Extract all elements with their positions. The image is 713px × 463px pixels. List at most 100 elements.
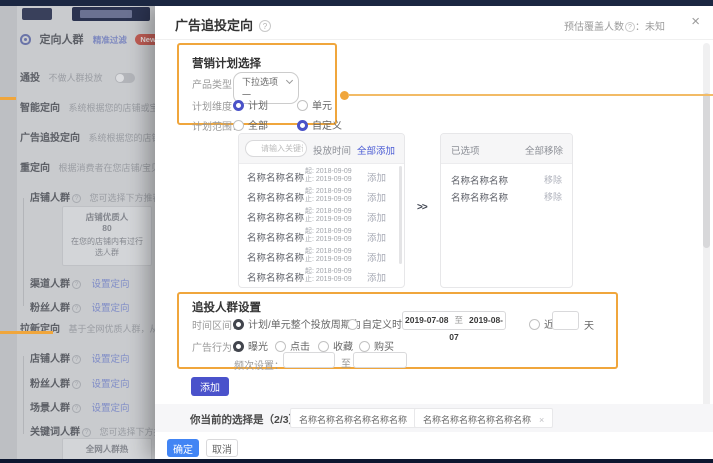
plan-name: 名称名称名称 — [247, 210, 304, 224]
add-link[interactable]: 添加 — [367, 210, 386, 224]
sidebar-title: 定向人群 — [39, 34, 83, 46]
sidebar-header: 定向人群 精准过滤 New — [20, 30, 155, 48]
frequency-label: 频次设置： — [234, 357, 284, 372]
smart-desc: 系统根据您的店铺或宝贝为您锁定 — [68, 103, 155, 113]
question-icon: ? — [72, 304, 81, 313]
source-list-header: 投放时间 全部添加 — [239, 134, 404, 164]
bottom-chrome-bar — [0, 459, 713, 463]
modal-scrollbar[interactable] — [703, 43, 710, 456]
remove-link[interactable]: 移除 — [544, 173, 562, 186]
plan-row: 名称名称名称 起: 2018-09-09止: 2019-09-09 添加 — [239, 266, 398, 286]
radio-unit[interactable]: 单元 — [297, 97, 332, 112]
modal-header: 广告追投定向? 预估覆盖人数?：未知 × — [155, 6, 713, 40]
selected-header: 已选项 — [451, 143, 480, 157]
radio-icon — [318, 341, 329, 352]
set-targeting-link[interactable]: 设置定向 — [91, 279, 129, 290]
date-range-input[interactable]: 2019-07-08至2019-08-07 — [402, 311, 506, 330]
list-scrollbar[interactable] — [399, 166, 402, 264]
radio-purchase[interactable]: 购买 — [359, 338, 394, 353]
left-rail — [0, 6, 17, 459]
radio-scope-all[interactable]: 全部 — [233, 117, 268, 132]
scrollbar-thumb[interactable] — [703, 93, 710, 248]
tag-text: 名称名称名称名称名称名称 — [423, 415, 531, 425]
add-all-link[interactable]: 全部添加 — [357, 143, 395, 157]
tree-line — [23, 198, 24, 306]
remove-all-link[interactable]: 全部移除 — [525, 143, 563, 157]
close-icon[interactable]: × — [691, 13, 700, 31]
radio-impression[interactable]: 曝光 — [233, 338, 268, 353]
plan-row: 名称名称名称 起: 2018-09-09止: 2019-09-09 添加 — [239, 166, 398, 186]
radio-near-days[interactable]: 近 — [529, 316, 554, 331]
plan-name: 名称名称名称 — [247, 230, 304, 244]
question-icon: ? — [72, 280, 81, 289]
filter-badge: 精准过滤 — [93, 35, 127, 45]
modal-title-text: 广告追投定向 — [175, 18, 253, 33]
radio-selected-icon — [233, 100, 244, 111]
radio-scope-custom[interactable]: 自定义 — [297, 117, 342, 132]
date-start: 2019-07-08 — [405, 315, 448, 325]
add-link[interactable]: 添加 — [367, 190, 386, 204]
plan-dimension-label: 计划维度 — [192, 98, 232, 113]
confirm-button[interactable]: 确定 — [167, 439, 199, 457]
radio-label: 自定义 — [312, 121, 342, 132]
help-icon[interactable]: ? — [259, 20, 271, 32]
tree-line — [23, 356, 24, 434]
set-targeting-link[interactable]: 设置定向 — [91, 403, 129, 414]
tag-close-icon[interactable]: × — [539, 415, 544, 425]
cancel-button[interactable]: 取消 — [206, 439, 238, 457]
sidebar-item-retarget: 重定向 根据消费者在您店铺/宝贝/内容等行为 — [20, 158, 155, 176]
estimate-value: 未知 — [645, 22, 665, 33]
search-input[interactable] — [245, 140, 307, 157]
plan-section-title: 营销计划选择 — [192, 55, 261, 71]
add-link[interactable]: 添加 — [367, 170, 386, 184]
plan-source-list: 投放时间 全部添加 名称名称名称 起: 2018-09-09止: 2019-09… — [238, 133, 405, 288]
sidebar-item-scene-audience: 场景人群? 设置定向 — [30, 398, 155, 416]
plan-name: 名称名称名称 — [247, 170, 304, 184]
add-link[interactable]: 添加 — [367, 250, 386, 264]
annotation-line-right — [348, 94, 713, 96]
selection-tag: 名称名称名称名称名称名称× — [290, 408, 429, 428]
card-title: 全网人群热 — [63, 443, 151, 455]
add-button[interactable]: 添加 — [191, 377, 229, 396]
radio-label: 单元 — [312, 101, 332, 112]
radio-whole-period[interactable]: 计划/单元整个投放周期内 — [233, 316, 361, 331]
sidebar-item-fans-audience: 粉丝人群? 设置定向 — [30, 298, 155, 316]
set-targeting-link[interactable]: 设置定向 — [91, 379, 129, 390]
frequency-min-input[interactable] — [283, 352, 335, 368]
fans-label: 粉丝人群 — [30, 303, 70, 314]
ad-chase-targeting-modal: 广告追投定向? 预估覆盖人数?：未知 × 营销计划选择 产品类型 下拉选项一 计… — [155, 6, 713, 459]
frequency-to-label: 至 — [341, 355, 351, 370]
chase-settings-section: 追投人群设置 时间区间： 计划/单元整个投放周期内 自定义时间区间 2019-0… — [177, 292, 618, 369]
radio-icon — [529, 319, 540, 330]
question-icon: ? — [82, 428, 91, 437]
radio-icon — [233, 120, 244, 131]
sidebar-item-channel-audience: 渠道人群? 设置定向 — [30, 274, 155, 292]
radio-favorite[interactable]: 收藏 — [318, 338, 353, 353]
radio-label: 曝光 — [248, 342, 268, 353]
radio-click[interactable]: 点击 — [275, 338, 310, 353]
set-targeting-link[interactable]: 设置定向 — [91, 303, 129, 314]
dimmed-background: 定向人群 精准过滤 New 通投 不做人群投放 智能定向 系统根据您的店铺或宝贝… — [0, 6, 155, 459]
retarget-label: 重定向 — [20, 163, 50, 174]
blurred-header-block — [72, 7, 150, 21]
time-column-header: 投放时间 — [313, 143, 351, 157]
radio-label: 全部 — [248, 121, 268, 132]
tongtou-toggle[interactable] — [115, 73, 135, 83]
add-link[interactable]: 添加 — [367, 230, 386, 244]
radio-plan[interactable]: 计划 — [233, 97, 268, 112]
near-days-input[interactable] — [552, 311, 579, 330]
remove-link[interactable]: 移除 — [544, 190, 562, 203]
info-icon: ? — [625, 22, 635, 32]
tongtou-label: 通投 — [20, 73, 40, 84]
add-link[interactable]: 添加 — [367, 270, 386, 284]
plan-dates: 起: 2018-09-09止: 2019-09-09 — [305, 268, 352, 284]
set-targeting-link[interactable]: 设置定向 — [91, 354, 129, 365]
frequency-max-input[interactable] — [353, 352, 407, 368]
estimate-label: 预估覆盖人数 — [564, 22, 624, 33]
card-desc: 选人群 — [63, 247, 151, 258]
plan-dates: 起: 2018-09-09止: 2019-09-09 — [305, 228, 352, 244]
card-number: 80 — [63, 223, 151, 233]
sidebar-item-laxin: 拉新定向 基于全网优质人群，从店铺/粉丝 — [20, 319, 155, 337]
radio-icon — [359, 341, 370, 352]
plan-select-section: 营销计划选择 产品类型 下拉选项一 计划维度 计划 单元 计划范围： 全部 自定… — [177, 43, 337, 125]
